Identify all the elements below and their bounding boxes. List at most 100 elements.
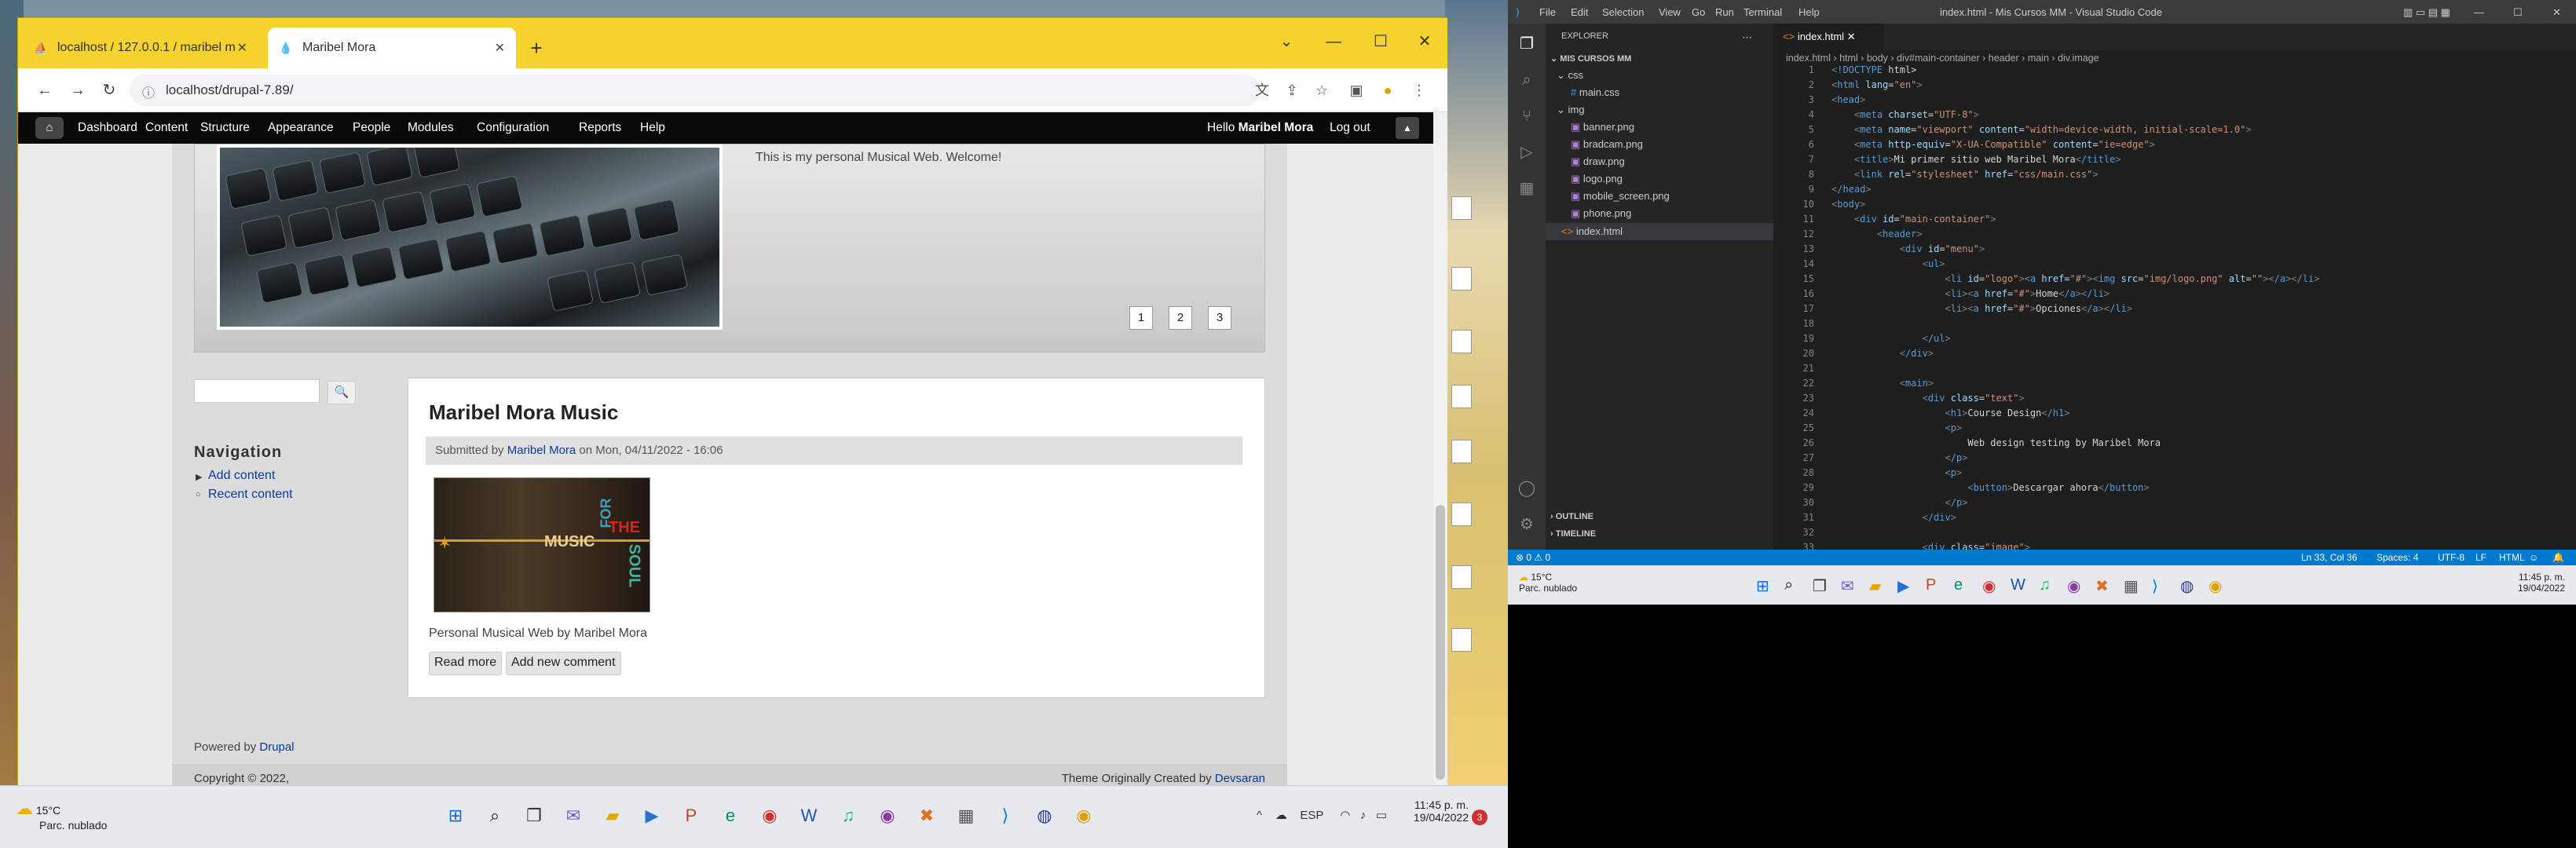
chevron-up-icon[interactable]: ^ [1257, 809, 1262, 822]
menu-selection[interactable]: Selection [1602, 6, 1644, 18]
problems-indicator[interactable]: ⊗ 0 ⚠ 0 [1516, 552, 1550, 563]
search-icon[interactable]: ⌕ [1784, 576, 1793, 594]
system-tray[interactable]: ^ ☁ ESP ◠ ♪ ▭ [1257, 808, 1387, 822]
desktop-file-icon[interactable] [1451, 440, 1472, 463]
tree-file-index-html[interactable]: <> index.html [1546, 223, 1773, 240]
code-line[interactable]: 1 <!DOCTYPE html> [1773, 64, 1917, 79]
spotify-icon[interactable]: ♫ [2039, 576, 2051, 594]
back-button[interactable]: ← [34, 79, 56, 101]
chrome-profile-icon[interactable]: ◉ [2067, 576, 2080, 596]
code-line[interactable]: 22 <main> [1773, 378, 1934, 393]
cloud-icon[interactable]: ☁ [1275, 809, 1287, 822]
run-debug-icon[interactable]: ▷ [1517, 143, 1536, 162]
close-icon[interactable]: ✕ [237, 40, 247, 56]
nav-add-content[interactable]: Add content [208, 469, 275, 483]
menu-run[interactable]: Run [1715, 6, 1734, 18]
code-editor[interactable]: 1 <!DOCTYPE html> 2 <html lang="en"> 3 <head>… [1773, 64, 2576, 567]
author-link[interactable]: Maribel Mora [507, 444, 576, 457]
tree-file-phone[interactable]: ▣ phone.png [1571, 207, 1631, 220]
search-icon[interactable]: ⌕ [479, 800, 510, 832]
maximize-button[interactable]: ☐ [1361, 27, 1400, 56]
code-line[interactable]: 6 <meta http-equiv="X-UA-Compatible" con… [1773, 139, 2155, 154]
breadcrumb-item[interactable]: div.image [2058, 53, 2099, 64]
code-line[interactable]: 8 <link rel="stylesheet" href="css/main.… [1773, 169, 2098, 184]
app-icon[interactable]: ▦ [950, 800, 982, 832]
slide-pager-3[interactable]: 3 [1208, 306, 1231, 330]
vscode-icon[interactable]: ⟩ [990, 800, 1021, 832]
word-icon[interactable]: W [793, 800, 825, 832]
code-line[interactable]: 23 <div class="text"> [1773, 393, 2025, 408]
scrollbar-thumb[interactable] [1436, 505, 1445, 780]
code-line[interactable]: 29 <button>Descargar ahora</button> [1773, 482, 2150, 497]
code-line[interactable]: 17 <li><a href="#">Opciones</a></li> [1773, 303, 2133, 318]
tab-phpmyadmin[interactable]: ⛵ localhost / 127.0.0.1 / maribel m ✕ [23, 27, 258, 68]
task-view-icon[interactable]: ❐ [518, 800, 550, 832]
code-line[interactable]: 4 <meta charset="UTF-8"> [1773, 109, 1979, 124]
toolbar-dashboard[interactable]: Dashboard [78, 121, 137, 135]
code-line[interactable]: 14 <ul> [1773, 258, 1945, 273]
drupal-link[interactable]: Drupal [259, 740, 294, 754]
breadcrumb-item[interactable]: html [1839, 53, 1858, 64]
code-line[interactable]: 15 <li id="logo"><a href="#"><img src="i… [1773, 273, 2320, 288]
spotify-icon[interactable]: ♫ [832, 800, 864, 832]
weather-widget[interactable]: ☁ 15°C Parc. nublado [1519, 572, 1577, 594]
breadcrumb-item[interactable]: main [2028, 53, 2049, 64]
code-line[interactable]: 18 [1773, 318, 1831, 333]
vscode-icon[interactable]: ⟩ [2152, 576, 2158, 596]
extensions-icon[interactable]: ▦ [1517, 179, 1536, 198]
menu-file[interactable]: File [1539, 6, 1556, 18]
teams-chat-icon[interactable]: ✉ [558, 800, 589, 832]
explorer-icon[interactable]: ❐ [1517, 35, 1536, 53]
toolbar-logout[interactable]: Log out [1330, 121, 1370, 135]
tree-file-main-css[interactable]: # main.css [1571, 86, 1619, 98]
code-line[interactable]: 11 <div id="main-container"> [1773, 214, 1996, 228]
info-icon[interactable]: ⓘ [142, 82, 155, 101]
language-indicator[interactable]: ESP [1300, 809, 1323, 822]
slide-pager-1[interactable]: 1 [1129, 306, 1153, 330]
code-line[interactable]: 7 <title>Mi primer sitio web Maribel Mor… [1773, 154, 2121, 169]
breadcrumb-item[interactable]: body [1867, 53, 1888, 64]
chrome-active-icon[interactable]: ◉ [2208, 576, 2222, 596]
chrome-icon[interactable]: ◉ [1982, 576, 1996, 596]
layout-icons[interactable]: ▥ ▭ ▤ ▦ [2403, 6, 2450, 19]
toolbar-help[interactable]: Help [640, 121, 665, 135]
search-input[interactable] [194, 379, 320, 403]
tree-file-draw[interactable]: ▣ draw.png [1571, 155, 1625, 168]
start-icon[interactable]: ⊞ [1756, 576, 1769, 596]
clock[interactable]: 11:45 p. m. 19/04/2022 [1406, 799, 1469, 824]
app-icon[interactable]: ◍ [1029, 800, 1060, 832]
close-icon[interactable]: ✕ [1847, 31, 1856, 42]
minimize-button[interactable]: — [2474, 6, 2484, 18]
close-window-button[interactable]: ✕ [2552, 6, 2561, 19]
desktop-file-icon[interactable] [1451, 385, 1472, 408]
code-line[interactable]: 31 </div> [1773, 512, 1956, 527]
edge-icon[interactable]: e [1954, 576, 1963, 594]
desktop-file-icon[interactable] [1451, 565, 1472, 589]
minimize-button[interactable]: — [1314, 27, 1353, 56]
desktop-file-icon[interactable] [1451, 267, 1472, 291]
timeline-section[interactable]: › TIMELINE [1550, 529, 1596, 539]
code-line[interactable]: 3 <head> [1773, 94, 1866, 109]
new-tab-button[interactable]: + [522, 34, 551, 62]
close-icon[interactable]: ✕ [495, 40, 505, 56]
volume-icon[interactable]: ♪ [1360, 809, 1367, 822]
code-line[interactable]: 12 <header> [1773, 228, 1923, 243]
menu-help[interactable]: Help [1798, 6, 1820, 18]
forward-button[interactable]: → [67, 79, 89, 101]
tree-file-mobile-screen[interactable]: ▣ mobile_screen.png [1571, 190, 1670, 203]
account-icon[interactable]: ◯ [1517, 479, 1536, 498]
teams-chat-icon[interactable]: ✉ [1841, 576, 1854, 596]
weather-widget[interactable]: ☁ 15°C Parc. nublado [16, 799, 107, 832]
zoom-icon[interactable]: ▶ [1897, 576, 1909, 596]
menu-terminal[interactable]: Terminal [1744, 6, 1782, 18]
code-line[interactable]: 26 Web design testing by Maribel Mora [1773, 437, 2161, 452]
home-icon[interactable]: ⌂ [35, 117, 64, 139]
code-line[interactable]: 2 <html lang="en"> [1773, 79, 1923, 94]
language-mode[interactable]: HTML [2499, 552, 2525, 563]
code-line[interactable]: 20 </div> [1773, 348, 1934, 363]
article-title[interactable]: Maribel Mora Music [429, 400, 618, 425]
encoding[interactable]: UTF-8 [2438, 552, 2464, 563]
tree-file-banner[interactable]: ▣ banner.png [1571, 121, 1634, 133]
toolbar-reports[interactable]: Reports [579, 121, 621, 135]
desktop-file-icon[interactable] [1451, 330, 1472, 353]
